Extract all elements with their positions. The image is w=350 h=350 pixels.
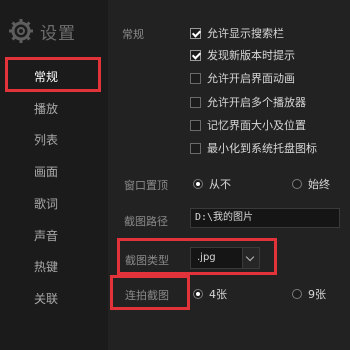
option-label: 记忆界面大小及位置 (207, 119, 306, 132)
sidebar-item-list[interactable]: 列表 (34, 131, 58, 148)
option-label: 发现新版本时提示 (207, 49, 295, 62)
radio-label: 始终 (308, 178, 330, 191)
sidebar-item-sound[interactable]: 声音 (34, 227, 58, 244)
option-label: 允许开启多个播放器 (207, 96, 306, 109)
sidebar: 设置 常规 播放 列表 画面 歌词 声音 热键 关联 (0, 0, 108, 350)
checkbox[interactable] (190, 142, 201, 154)
radio-topmost-always[interactable]: 始终 (292, 176, 330, 192)
checkbox[interactable] (190, 72, 201, 84)
highlight-box-burst-shots (110, 275, 190, 310)
option-label: 最小化到系统托盘图标 (207, 142, 317, 155)
radio-burst-9[interactable]: 9张 (292, 286, 326, 302)
sidebar-item-lyrics[interactable]: 歌词 (34, 195, 58, 212)
sidebar-item-playback[interactable]: 播放 (34, 100, 58, 117)
radio-button-selected[interactable] (193, 289, 203, 299)
option-show-search-bar[interactable]: 允许显示搜索栏 (190, 25, 284, 41)
sidebar-item-associations[interactable]: 关联 (34, 290, 58, 307)
checkbox-checked[interactable] (190, 27, 201, 39)
screenshot-path-label: 截图路径 (124, 215, 168, 228)
radio-button[interactable] (292, 179, 302, 189)
checkbox-checked[interactable] (190, 49, 201, 61)
option-enable-animation[interactable]: 允许开启界面动画 (190, 70, 295, 86)
checkbox[interactable] (190, 96, 201, 108)
sidebar-item-picture[interactable]: 画面 (34, 163, 58, 180)
highlight-box-screenshot-type (117, 238, 277, 275)
radio-label: 从不 (209, 178, 231, 191)
option-minimize-to-tray[interactable]: 最小化到系统托盘图标 (190, 140, 317, 156)
option-label: 允许开启界面动画 (207, 72, 295, 85)
radio-topmost-never[interactable]: 从不 (193, 176, 231, 192)
radio-label: 9张 (308, 288, 326, 301)
settings-title: 设置 (8, 18, 76, 44)
general-section-label: 常规 (122, 28, 144, 41)
option-notify-new-version[interactable]: 发现新版本时提示 (190, 47, 295, 63)
highlight-box-general (5, 57, 101, 92)
option-label: 允许显示搜索栏 (207, 27, 284, 40)
window-topmost-label: 窗口置顶 (124, 179, 168, 192)
sidebar-item-hotkeys[interactable]: 热键 (34, 258, 58, 275)
radio-label: 4张 (209, 288, 227, 301)
screenshot-path-input[interactable]: D:\我的图片 (190, 208, 340, 228)
gear-icon (9, 19, 33, 43)
window-title: 设置 (40, 23, 76, 44)
radio-button[interactable] (292, 289, 302, 299)
option-multiple-players[interactable]: 允许开启多个播放器 (190, 94, 306, 110)
checkbox[interactable] (190, 119, 201, 131)
option-remember-size-position[interactable]: 记忆界面大小及位置 (190, 117, 306, 133)
radio-burst-4[interactable]: 4张 (193, 286, 227, 302)
radio-button-selected[interactable] (193, 179, 203, 189)
